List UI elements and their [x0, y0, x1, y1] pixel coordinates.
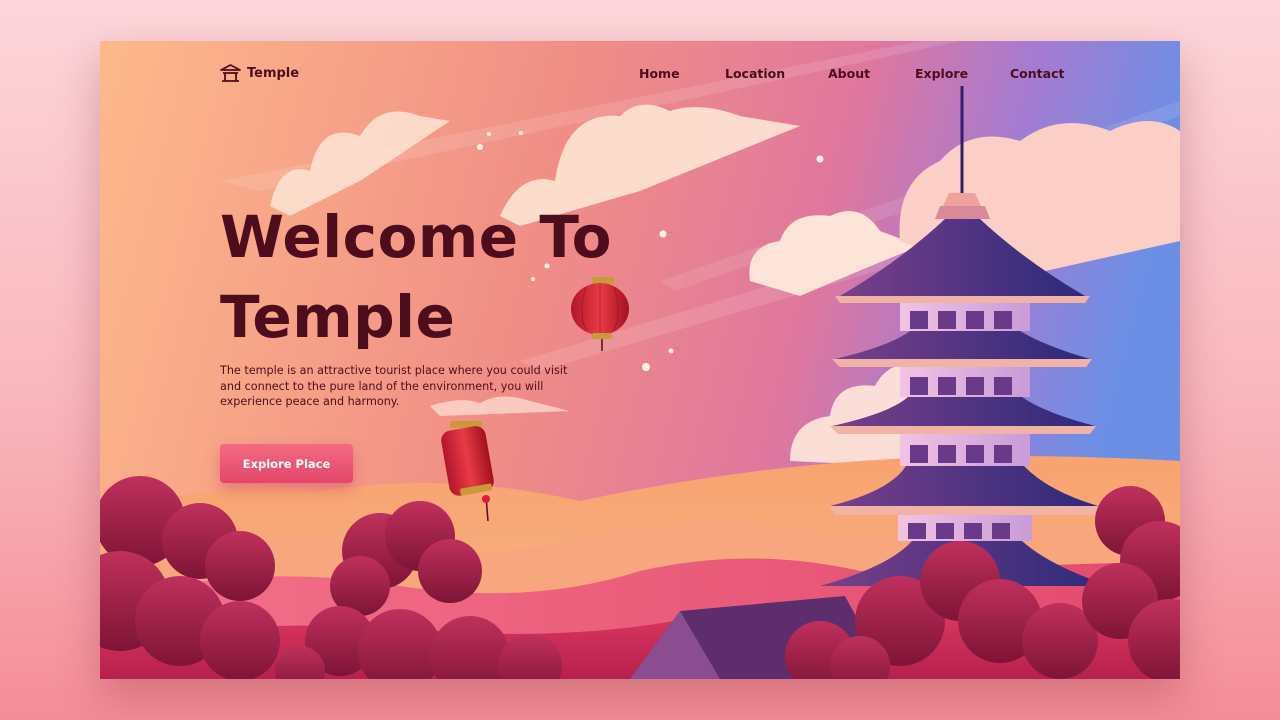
explore-place-button[interactable]: Explore Place — [220, 444, 353, 483]
main-nav: Home Location About Explore Contact — [100, 66, 1180, 86]
temple-landscape-illustration — [100, 41, 1180, 679]
hero-title: Welcome To Temple — [220, 197, 612, 357]
nav-explore[interactable]: Explore — [915, 66, 968, 81]
nav-location[interactable]: Location — [725, 66, 785, 81]
landing-page: Temple Home Location About Explore Conta… — [100, 41, 1180, 679]
hero-title-line-2: Temple — [220, 283, 456, 351]
nav-contact[interactable]: Contact — [1010, 66, 1064, 81]
nav-home[interactable]: Home — [639, 66, 680, 81]
nav-about[interactable]: About — [828, 66, 870, 81]
hero-description: The temple is an attractive tourist plac… — [220, 364, 568, 408]
hero-title-line-1: Welcome To — [220, 203, 613, 271]
